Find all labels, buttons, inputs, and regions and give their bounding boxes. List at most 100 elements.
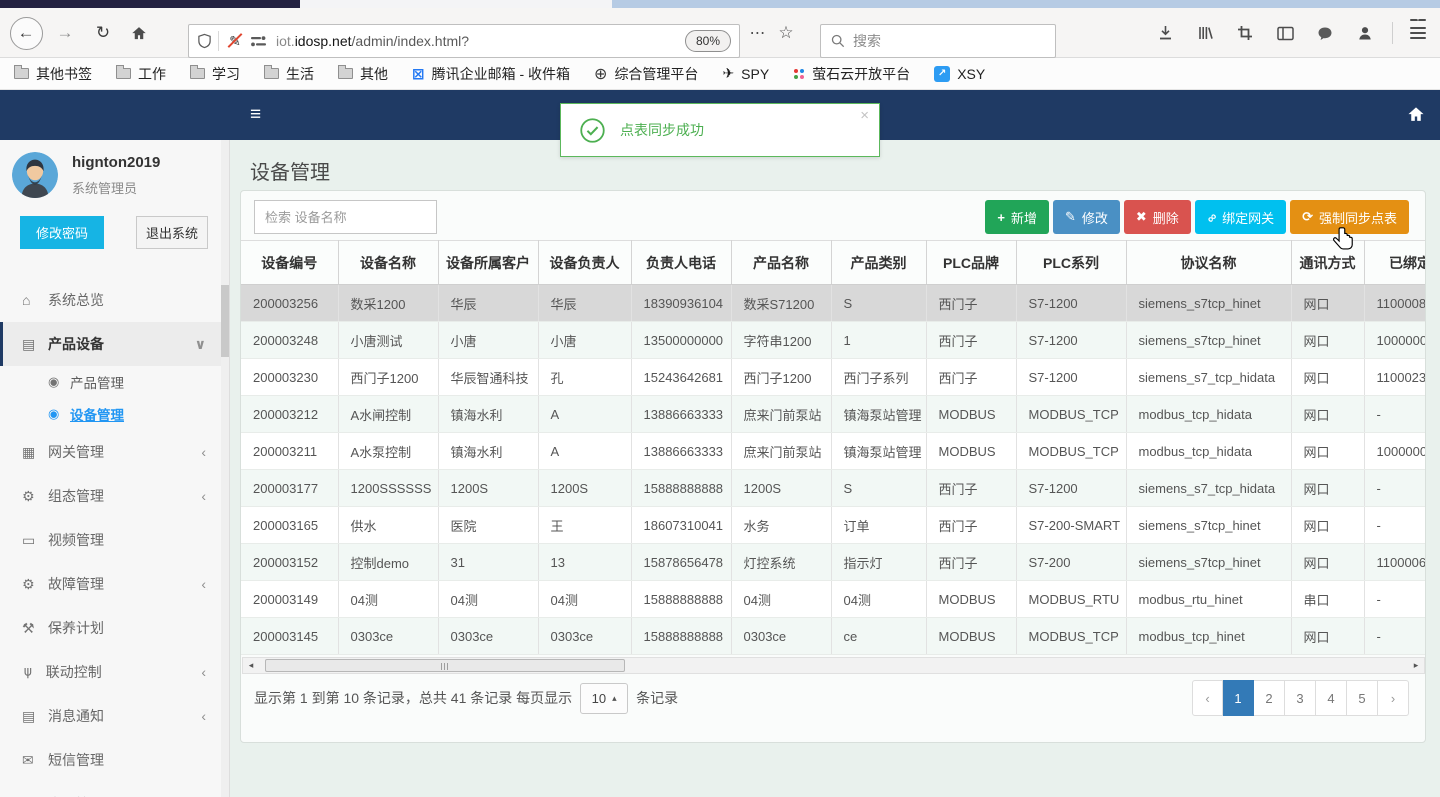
column-header[interactable]: PLC系列	[1016, 240, 1127, 285]
sidebar-item[interactable]: ⚙ 故障管理 ‹	[0, 562, 222, 606]
change-password-button[interactable]: 修改密码	[20, 216, 104, 249]
table-row[interactable]: 200003230 西门子1200 华辰智通科技孔 15243642681 西门子120…	[241, 358, 1425, 396]
table-row[interactable]: 200003165 供水 医院王 18607310041 水务 订单 西门子 S7-200-S…	[241, 506, 1425, 544]
sidebar-item[interactable]: ▭ 视频管理	[0, 518, 222, 562]
column-header[interactable]: 产品名称	[731, 240, 832, 285]
column-header[interactable]: 设备编号	[241, 240, 339, 285]
reload-button[interactable]: ↻	[88, 8, 118, 58]
url-bar[interactable]: ✎ iot.idosp.net/admin/index.html? 80%	[188, 24, 740, 58]
horizontal-scrollbar-thumb[interactable]	[265, 659, 625, 672]
table-row[interactable]: 200003177 1200SSSSSS 1200S 1200S 15888888888…	[241, 469, 1425, 507]
library-button[interactable]	[1190, 8, 1220, 58]
table-row[interactable]: 200003256 数采1200 华辰 华辰 18390936104 数采S71200 S 西…	[241, 284, 1425, 322]
page-size-select[interactable]: 10 ▴	[580, 682, 629, 714]
zoom-indicator[interactable]: 80%	[684, 30, 731, 52]
action-button[interactable]: ⟳ 强制同步点表	[1290, 200, 1409, 234]
pocket-button[interactable]	[1310, 8, 1340, 58]
bookmark-item[interactable]: SPY	[722, 65, 769, 82]
bookmark-item[interactable]: 工作	[116, 64, 166, 84]
back-button[interactable]: ←	[8, 8, 44, 58]
table-cell: 西门子系列	[831, 358, 927, 396]
url-text[interactable]: iot.idosp.net/admin/index.html?	[276, 33, 679, 49]
column-header[interactable]: 通讯方式	[1291, 240, 1365, 285]
bookmark-item[interactable]: 其他书签	[14, 64, 92, 84]
table-cell: A水泵控制	[338, 432, 439, 470]
download-button[interactable]	[1150, 8, 1180, 58]
sidebar-item[interactable]: ▦ 网关管理 ‹	[0, 430, 222, 474]
bookmark-favicon	[412, 65, 425, 83]
column-header[interactable]: 设备所属客户	[438, 240, 539, 285]
active-tab[interactable]	[0, 0, 300, 8]
bookmark-item[interactable]: 综合管理平台	[594, 64, 698, 84]
column-header[interactable]: 负责人电话	[631, 240, 732, 285]
sidebar-scrollbar[interactable]	[221, 140, 229, 797]
sidebar-item-label: 设备管理	[70, 408, 124, 423]
sidebar-item[interactable]: ▤ 消息通知 ‹	[0, 694, 222, 738]
page-number-button[interactable]: 3	[1285, 680, 1316, 716]
bookmark-star-icon[interactable]: ☆	[772, 8, 800, 58]
bookmark-item[interactable]: 腾讯企业邮箱 - 收件箱	[412, 64, 570, 84]
sidebar-toggle-button[interactable]	[1270, 8, 1300, 58]
column-header[interactable]: 已绑定网关	[1364, 240, 1425, 285]
screenshot-button[interactable]	[1230, 8, 1260, 58]
device-search-input[interactable]	[254, 200, 437, 234]
page-number-button[interactable]: 5	[1347, 680, 1378, 716]
sidebar-scrollbar-thumb[interactable]	[221, 285, 229, 357]
bookmark-item[interactable]: 其他	[338, 64, 388, 84]
table-row[interactable]: 200003212 A水闸控制 镇海水利 A 13886663333 庶来门前泵站 镇海泵站…	[241, 395, 1425, 433]
prev-page-button[interactable]: ‹	[1192, 680, 1223, 716]
bookmark-item[interactable]: XSY	[934, 65, 985, 82]
sidebar-item[interactable]: ▤ 产品设备 ∨	[0, 322, 222, 366]
column-header[interactable]: 产品类别	[831, 240, 927, 285]
sidebar-item[interactable]: ▦ 大屏管理	[0, 782, 222, 797]
forward-button[interactable]: →	[50, 8, 80, 58]
app-home-button[interactable]	[1406, 105, 1426, 124]
column-header[interactable]: 设备名称	[338, 240, 439, 285]
sidebar-item[interactable]: ⚒ 保养计划	[0, 606, 222, 650]
browser-home-button[interactable]	[124, 8, 154, 58]
browser-menu-button[interactable]: ↑	[1402, 8, 1434, 58]
column-header[interactable]: 协议名称	[1126, 240, 1292, 285]
toast-close-icon[interactable]: ×	[860, 107, 869, 124]
next-page-button[interactable]: ›	[1378, 680, 1409, 716]
action-button[interactable]: ∞ 绑定网关	[1194, 200, 1287, 234]
horizontal-scrollbar[interactable]: ◂ ▸	[242, 657, 1425, 674]
sidebar-item[interactable]: ⋔ 联动控制 ‹	[0, 650, 222, 694]
column-header[interactable]: PLC品牌	[926, 240, 1017, 285]
table-row[interactable]: 200003211 A水泵控制 镇海水利 A 13886663333 庶来门前泵站 镇海泵站…	[241, 432, 1425, 470]
sidebar-item[interactable]: ⚙ 组态管理 ‹	[0, 474, 222, 518]
logout-button[interactable]: 退出系统	[136, 216, 208, 249]
sidebar-item[interactable]: ◉ 产品管理	[0, 366, 222, 398]
page-number-button[interactable]: 4	[1316, 680, 1347, 716]
table-row[interactable]: 200003149 04测 04测 04测 15888888888 04测 04测 MODBU…	[241, 580, 1425, 618]
bookmark-item[interactable]: 生活	[264, 64, 314, 84]
scroll-left-arrow-icon[interactable]: ◂	[243, 658, 259, 673]
sidebar-collapse-button[interactable]: ≡	[250, 90, 261, 140]
page-number-button[interactable]: 2	[1254, 680, 1285, 716]
bookmark-item[interactable]: 萤石云开放平台	[793, 64, 910, 84]
column-header[interactable]: 设备负责人	[538, 240, 632, 285]
avatar[interactable]	[12, 152, 58, 198]
table-row[interactable]: 200003152 控制demo 31 13 15878656478 灯控系统 指示灯 西门子…	[241, 543, 1425, 581]
sidebar-item-label: 产品管理	[70, 376, 124, 391]
account-button[interactable]	[1350, 8, 1380, 58]
permissions-icon[interactable]	[251, 35, 266, 48]
bookmark-item[interactable]: 学习	[190, 64, 240, 84]
table-row[interactable]: 200003145 0303ce 0303ce 0303ce 15888888888 03…	[241, 617, 1425, 655]
table-cell: -	[1364, 617, 1425, 655]
scroll-right-arrow-icon[interactable]: ▸	[1408, 658, 1424, 673]
sidebar-item[interactable]: ◉ 设备管理	[0, 398, 222, 430]
page-number-button[interactable]: 1	[1223, 680, 1254, 716]
action-button[interactable]: ✖ 删除	[1123, 200, 1191, 234]
action-button[interactable]: ✎ 修改	[1052, 200, 1120, 234]
action-button[interactable]: + 新增	[985, 200, 1049, 234]
browser-search-input[interactable]	[853, 33, 1023, 49]
table-cell: modbus_rtu_hinet	[1126, 580, 1292, 618]
shield-icon[interactable]	[197, 33, 212, 49]
sidebar-item[interactable]: ⌂ 系统总览	[0, 278, 222, 322]
pencil-slash-icon[interactable]: ✎	[227, 33, 243, 50]
browser-search-bar[interactable]	[820, 24, 1056, 58]
sidebar-item[interactable]: ✉ 短信管理	[0, 738, 222, 782]
page-actions-button[interactable]: ⋯	[744, 8, 772, 58]
table-row[interactable]: 200003248 小唐测试 小唐 小唐 13500000000 字符串1200 1 西门子 S…	[241, 321, 1425, 359]
